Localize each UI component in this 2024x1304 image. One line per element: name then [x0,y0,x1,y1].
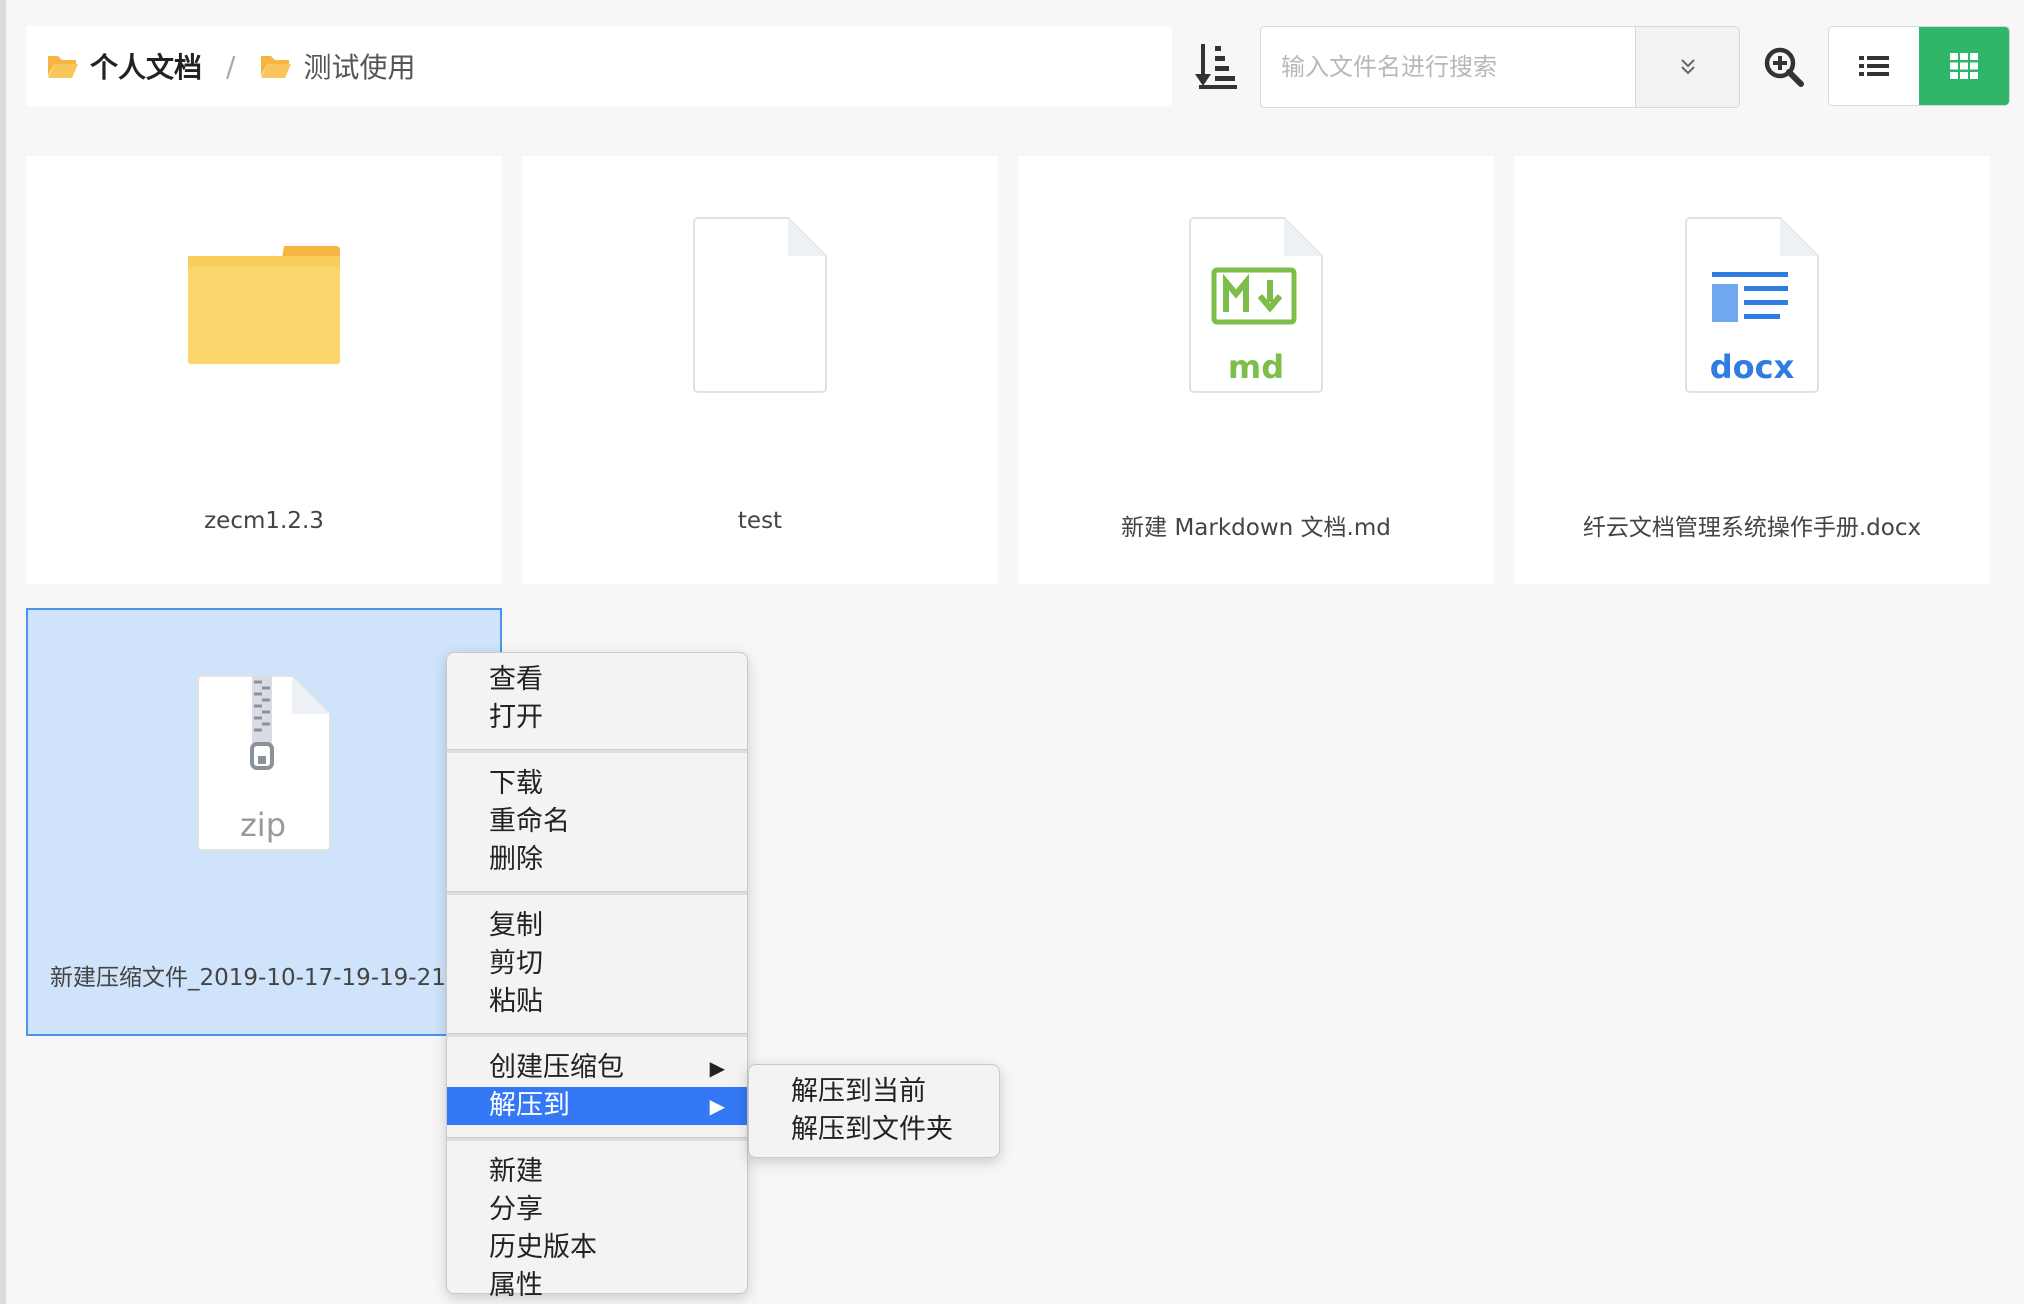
search-button[interactable] [1754,36,1814,98]
file-thumbnail [28,674,500,874]
file-name: 纤云文档管理系统操作手册.docx [1582,515,1922,541]
menu-item-share[interactable]: 分享 [447,1191,747,1229]
file-thumbnail [1018,216,1494,416]
list-view-icon [1859,56,1889,76]
file-thumbnail [1514,216,1990,416]
file-name: zecm1.2.3 [204,508,324,534]
menu-separator [447,749,747,753]
folder-open-icon [261,56,292,78]
breadcrumb-root[interactable]: 个人文档 [46,46,202,86]
submenu-arrow-icon: ▶ [709,1056,725,1080]
folder-icon [188,246,340,364]
sort-button[interactable] [1190,36,1244,96]
grid-view-icon [1950,53,1978,79]
folder-open-icon [48,56,78,78]
context-menu: 查看 打开 下载 重命名 删除 复制 剪切 粘贴 创建压缩包 ▶ 解压到 ▶ 新… [446,652,748,1301]
breadcrumb-current-label: 测试使用 [303,51,416,84]
menu-item-rename[interactable]: 重命名 [447,803,747,841]
menu-item-cut[interactable]: 剪切 [447,945,747,983]
file-ext-label: docx [1709,348,1795,386]
menu-item-view[interactable]: 查看 [447,661,747,699]
window-left-edge [0,0,6,1304]
search-input[interactable] [1261,27,1635,107]
menu-separator [447,891,747,895]
file-thumbnail [522,216,998,416]
chevron-double-down-icon [1680,59,1695,75]
view-toggle [1828,26,2010,106]
extract-submenu: 解压到当前 解压到文件夹 [748,1064,1000,1158]
menu-item-open[interactable]: 打开 [447,699,747,737]
menu-item-copy[interactable]: 复制 [447,907,747,945]
file-thumbnail [26,216,502,416]
menu-item-new[interactable]: 新建 [447,1153,747,1191]
menu-item-download[interactable]: 下载 [447,765,747,803]
menu-item-history[interactable]: 历史版本 [447,1229,747,1267]
submenu-item-extract-here[interactable]: 解压到当前 [749,1073,999,1111]
sort-descending-icon [1195,44,1237,89]
search-options-dropdown[interactable] [1635,27,1739,107]
breadcrumb: 个人文档 / 测试使用 [26,26,1172,106]
submenu-arrow-icon: ▶ [709,1094,725,1118]
submenu-item-extract-folder[interactable]: 解压到文件夹 [749,1111,999,1149]
menu-item-label: 解压到 [489,1090,570,1121]
breadcrumb-separator: / [226,49,236,83]
breadcrumb-root-label: 个人文档 [90,51,203,84]
file-name: test [737,508,783,534]
menu-item-extract-to[interactable]: 解压到 ▶ [447,1087,747,1125]
breadcrumb-current[interactable]: 测试使用 [259,46,415,86]
list-view-button[interactable] [1829,27,1919,105]
menu-separator [447,1137,747,1141]
file-card-blank[interactable]: test [522,156,998,584]
file-card-folder[interactable]: zecm1.2.3 [26,156,502,584]
menu-item-paste[interactable]: 粘贴 [447,983,747,1021]
menu-item-properties[interactable]: 属性 [447,1267,747,1304]
file-card-docx[interactable]: docx 纤云文档管理系统操作手册.docx [1514,156,1990,584]
file-card-md[interactable]: md 新建 Markdown 文档.md [1018,156,1494,584]
file-name: 新建 Markdown 文档.md [1121,515,1391,541]
menu-item-label: 创建压缩包 [489,1052,624,1083]
menu-item-delete[interactable]: 删除 [447,841,747,879]
file-ext-label: md [1227,348,1285,386]
blank-file-icon [693,217,827,393]
file-card-zip[interactable]: zip 新建压缩文件_2019-10-17-19-19-21.zip [26,608,502,1036]
zoom-in-search-icon [1764,47,1804,87]
menu-separator [447,1033,747,1037]
file-ext-label: zip [240,806,286,844]
search-box [1260,26,1740,108]
file-name: 新建压缩文件_2019-10-17-19-19-21.zip [50,965,487,991]
grid-view-button[interactable] [1919,27,2009,105]
menu-item-create-archive[interactable]: 创建压缩包 ▶ [447,1049,747,1087]
